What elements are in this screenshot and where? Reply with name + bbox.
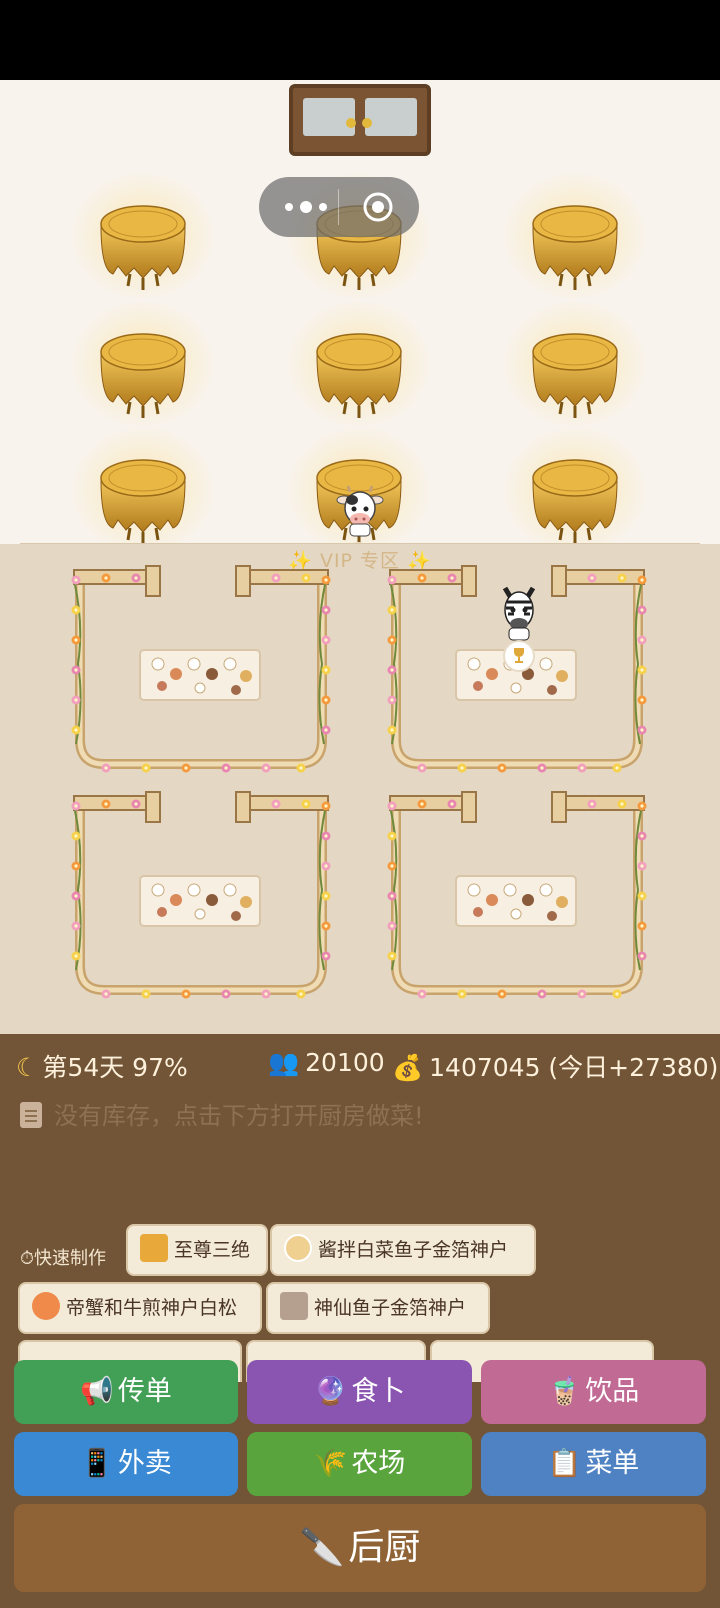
zebra-customer-icon [502,586,536,641]
clipboard-icon: 📋 [547,1448,582,1479]
gold-table[interactable] [284,300,434,432]
guest-count: 20100 [305,1048,385,1077]
flyer-button[interactable]: 📢 传单 [14,1360,238,1424]
menu-button[interactable]: 📋 菜单 [481,1432,706,1496]
dish-icon [284,1234,312,1262]
gold-table[interactable] [500,300,650,432]
quick-make-item[interactable]: 神仙鱼子金箔神户 [266,1282,490,1334]
quick-make-area: ⏱快速制作 至尊三绝 酱拌白菜鱼子金箔神户 帝蟹和牛煎神户白松 神仙鱼子金箔神户 [0,1224,720,1382]
trophy-badge-icon [503,640,535,672]
people-icon: 👥 [268,1048,300,1077]
crystal-ball-icon: 🔮 [313,1376,348,1407]
bubble-tea-icon: 🧋 [547,1376,582,1407]
control-panel: ☾ 第54天 97% 👥 20100 💰 1407045 (今日+27380) 没有库… [0,1034,720,1608]
quick-make-item[interactable]: 酱拌白菜鱼子金箔神户 [270,1224,536,1276]
day-progress: 第54天 97% [42,1053,188,1082]
skewer-icon [280,1292,308,1320]
more-options-icon[interactable] [279,195,333,219]
megaphone-icon: 📢 [80,1376,114,1407]
gold-table[interactable] [500,426,650,544]
quick-make-item[interactable]: 帝蟹和牛煎神户白松 [18,1282,262,1334]
entrance-door [289,84,431,156]
gold-table[interactable] [68,300,218,432]
farm-button[interactable]: 🌾 农场 [247,1432,472,1496]
knife-icon: 🔪 [299,1527,345,1568]
money-bag-icon: 💰 [392,1053,424,1082]
kitchen-button[interactable]: 🔪 后厨 [14,1504,706,1592]
money-total: 1407045 (今日+27380) [429,1053,719,1082]
stock-message: 没有库存，点击下方打开厨房做菜! [20,1096,424,1131]
vip-area: ✨ VIP 专区 ✨ [0,544,720,1034]
trophy-icon [140,1234,168,1262]
gold-table[interactable] [68,426,218,544]
status-bar [0,0,720,80]
cow-customer-icon [336,486,384,537]
gold-table[interactable] [68,172,218,304]
close-target-icon[interactable] [362,191,394,223]
phone-icon: 📱 [80,1448,114,1479]
stats-bar: ☾ 第54天 97% 👥 20100 💰 1407045 (今日+27380) [0,1048,720,1082]
mini-program-capsule[interactable] [259,177,419,237]
clipboard-icon [20,1102,42,1128]
quick-make-label: ⏱快速制作 [20,1248,107,1269]
vip-booth[interactable] [70,790,332,1000]
dining-hall [0,80,720,544]
shrimp-icon [32,1292,60,1320]
delivery-button[interactable]: 📱 外卖 [14,1432,238,1496]
crescent-moon-icon: ☾ [16,1053,39,1082]
fortune-button[interactable]: 🔮 食卜 [247,1360,472,1424]
gold-table[interactable] [500,172,650,304]
drinks-button[interactable]: 🧋 饮品 [481,1360,706,1424]
vip-booth[interactable] [70,564,332,774]
quick-make-item[interactable]: 至尊三绝 [126,1224,268,1276]
vip-booth[interactable] [386,790,648,1000]
wheat-icon: 🌾 [313,1448,348,1479]
